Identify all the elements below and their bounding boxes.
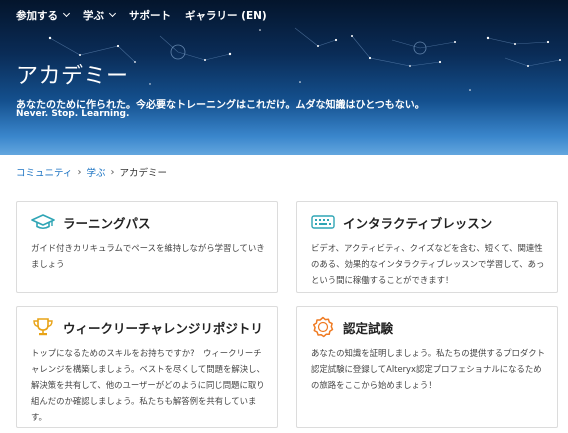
trophy-icon <box>31 317 55 337</box>
nav-item-gallery[interactable]: ギャラリー (EN) <box>185 8 267 23</box>
card-header: インタラクティブレッスン <box>311 212 492 232</box>
chevron-down-icon <box>62 9 71 18</box>
chevron-right-icon: › <box>77 166 82 178</box>
keyboard-icon <box>311 212 335 232</box>
card-header: ラーニングパス <box>31 212 151 232</box>
breadcrumb-current: アカデミー <box>119 168 167 179</box>
breadcrumb-link-learn[interactable]: 学ぶ <box>86 165 105 179</box>
page-title: アカデミー <box>16 64 129 89</box>
nav-item-join[interactable]: 参加する <box>16 8 71 23</box>
nav-item-support[interactable]: サポート <box>129 8 171 23</box>
card-title: ラーニングパス <box>63 215 151 231</box>
card-title: インタラクティブレッスン <box>343 215 493 231</box>
nav-item-label: サポート <box>129 9 171 22</box>
nav-item-learn[interactable]: 学ぶ <box>83 8 117 23</box>
nav-item-label: 参加する <box>16 9 58 22</box>
chevron-right-icon: › <box>110 166 115 178</box>
card-title: 認定試験 <box>343 320 394 336</box>
certification-badge-icon <box>311 316 335 338</box>
top-navigation: 参加する 学ぶ サポート ギャラリー (EN) <box>0 6 267 24</box>
card-description: ガイド付きカリキュラムでペースを維持しながら学習していきましょう <box>31 243 265 269</box>
card-description: あなたの知識を証明しましょう。私たちの提供するプロダクト認定試験に登録してAlt… <box>311 348 545 390</box>
card-header: 認定試験 <box>311 316 394 338</box>
card-learning-paths[interactable]: ラーニングパス ガイド付きカリキュラムでペースを維持しながら学習していきましょう <box>16 201 278 293</box>
card-header: ウィークリーチャレンジリポジトリ <box>31 317 263 337</box>
hero-banner: 参加する 学ぶ サポート ギャラリー (EN) アカデミー あなたのために作られ… <box>0 0 568 155</box>
card-title: ウィークリーチャレンジリポジトリ <box>63 320 263 336</box>
nav-item-label: 学ぶ <box>83 9 104 22</box>
card-interactive-lessons[interactable]: インタラクティブレッスン ビデオ、アクティビティ、クイズなどを含む、短くて、関連… <box>296 201 558 293</box>
breadcrumb-link-community[interactable]: コミュニティ <box>16 165 72 179</box>
card-description: ビデオ、アクティビティ、クイズなどを含む、短くて、関連性のある、効果的なインタラ… <box>311 243 545 285</box>
hero-tagline: Never. Stop. Learning. <box>16 109 130 119</box>
chevron-down-icon <box>108 9 117 18</box>
breadcrumb: コミュニティ › 学ぶ › アカデミー <box>16 165 167 180</box>
card-certification[interactable]: 認定試験 あなたの知識を証明しましょう。私たちの提供するプロダクト認定試験に登録… <box>296 306 558 428</box>
card-weekly-challenge[interactable]: ウィークリーチャレンジリポジトリ トップになるためのスキルをお持ちですか? ウィ… <box>16 306 278 428</box>
nav-item-label: ギャラリー (EN) <box>185 9 267 22</box>
card-description: トップになるためのスキルをお持ちですか? ウィークリーチャレンジを構築しましょう… <box>31 348 265 422</box>
graduation-cap-icon <box>31 212 55 232</box>
